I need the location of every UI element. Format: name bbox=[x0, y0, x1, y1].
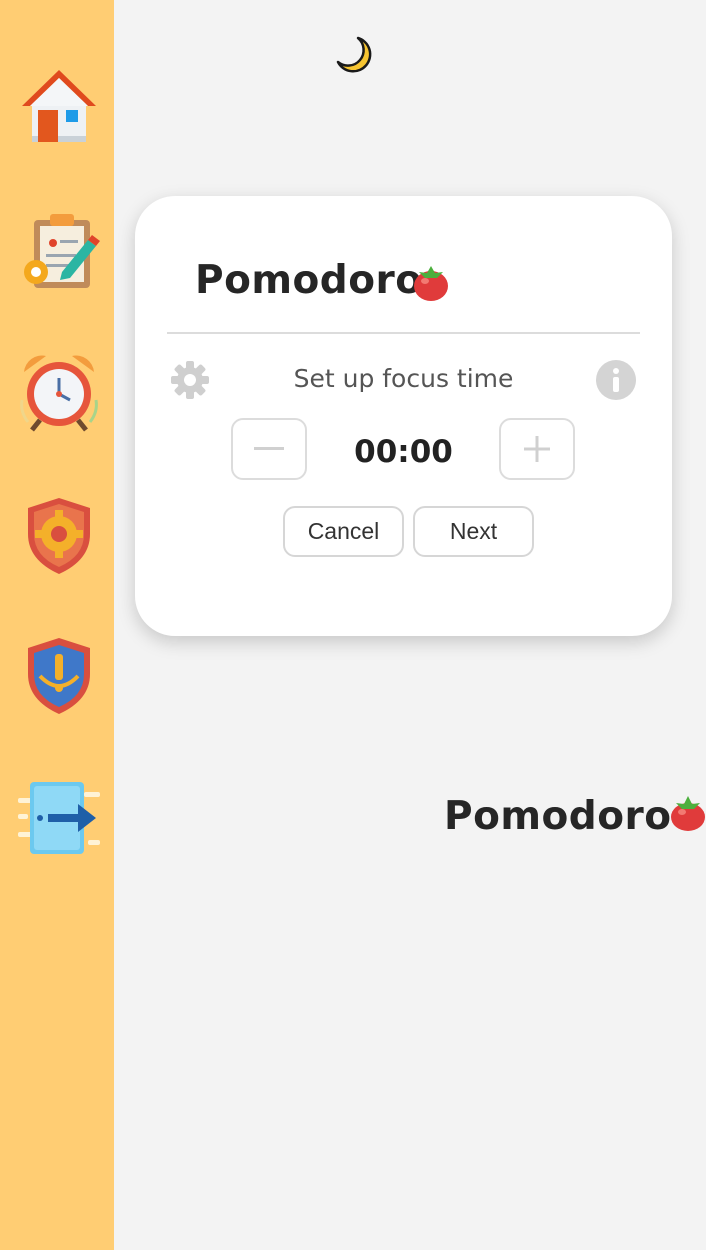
time-display: 00:00 bbox=[354, 434, 453, 470]
exit-icon[interactable] bbox=[18, 778, 100, 860]
tomato-icon bbox=[414, 266, 448, 301]
cancel-button[interactable]: Cancel bbox=[283, 506, 404, 557]
shield-alert-icon[interactable] bbox=[18, 634, 100, 716]
sidebar bbox=[0, 0, 114, 1250]
shield-gear-icon[interactable] bbox=[18, 494, 100, 576]
setup-label: Set up focus time bbox=[293, 364, 514, 393]
pomodoro-setup-card: Pomodoro Set up focus time 00:00 Cancel … bbox=[135, 196, 672, 636]
home-icon[interactable] bbox=[18, 64, 100, 146]
info-icon[interactable] bbox=[596, 360, 636, 400]
background-title: Pomodoro bbox=[444, 794, 672, 839]
alarm-clock-icon[interactable] bbox=[18, 350, 100, 432]
task-list-icon[interactable] bbox=[18, 210, 100, 292]
card-title: Pomodoro bbox=[195, 258, 423, 303]
plus-icon bbox=[524, 436, 550, 462]
next-button[interactable]: Next bbox=[413, 506, 534, 557]
tomato-icon bbox=[671, 796, 705, 831]
moon-icon[interactable] bbox=[334, 34, 374, 74]
increase-time-button[interactable] bbox=[499, 418, 575, 480]
divider bbox=[167, 332, 640, 334]
